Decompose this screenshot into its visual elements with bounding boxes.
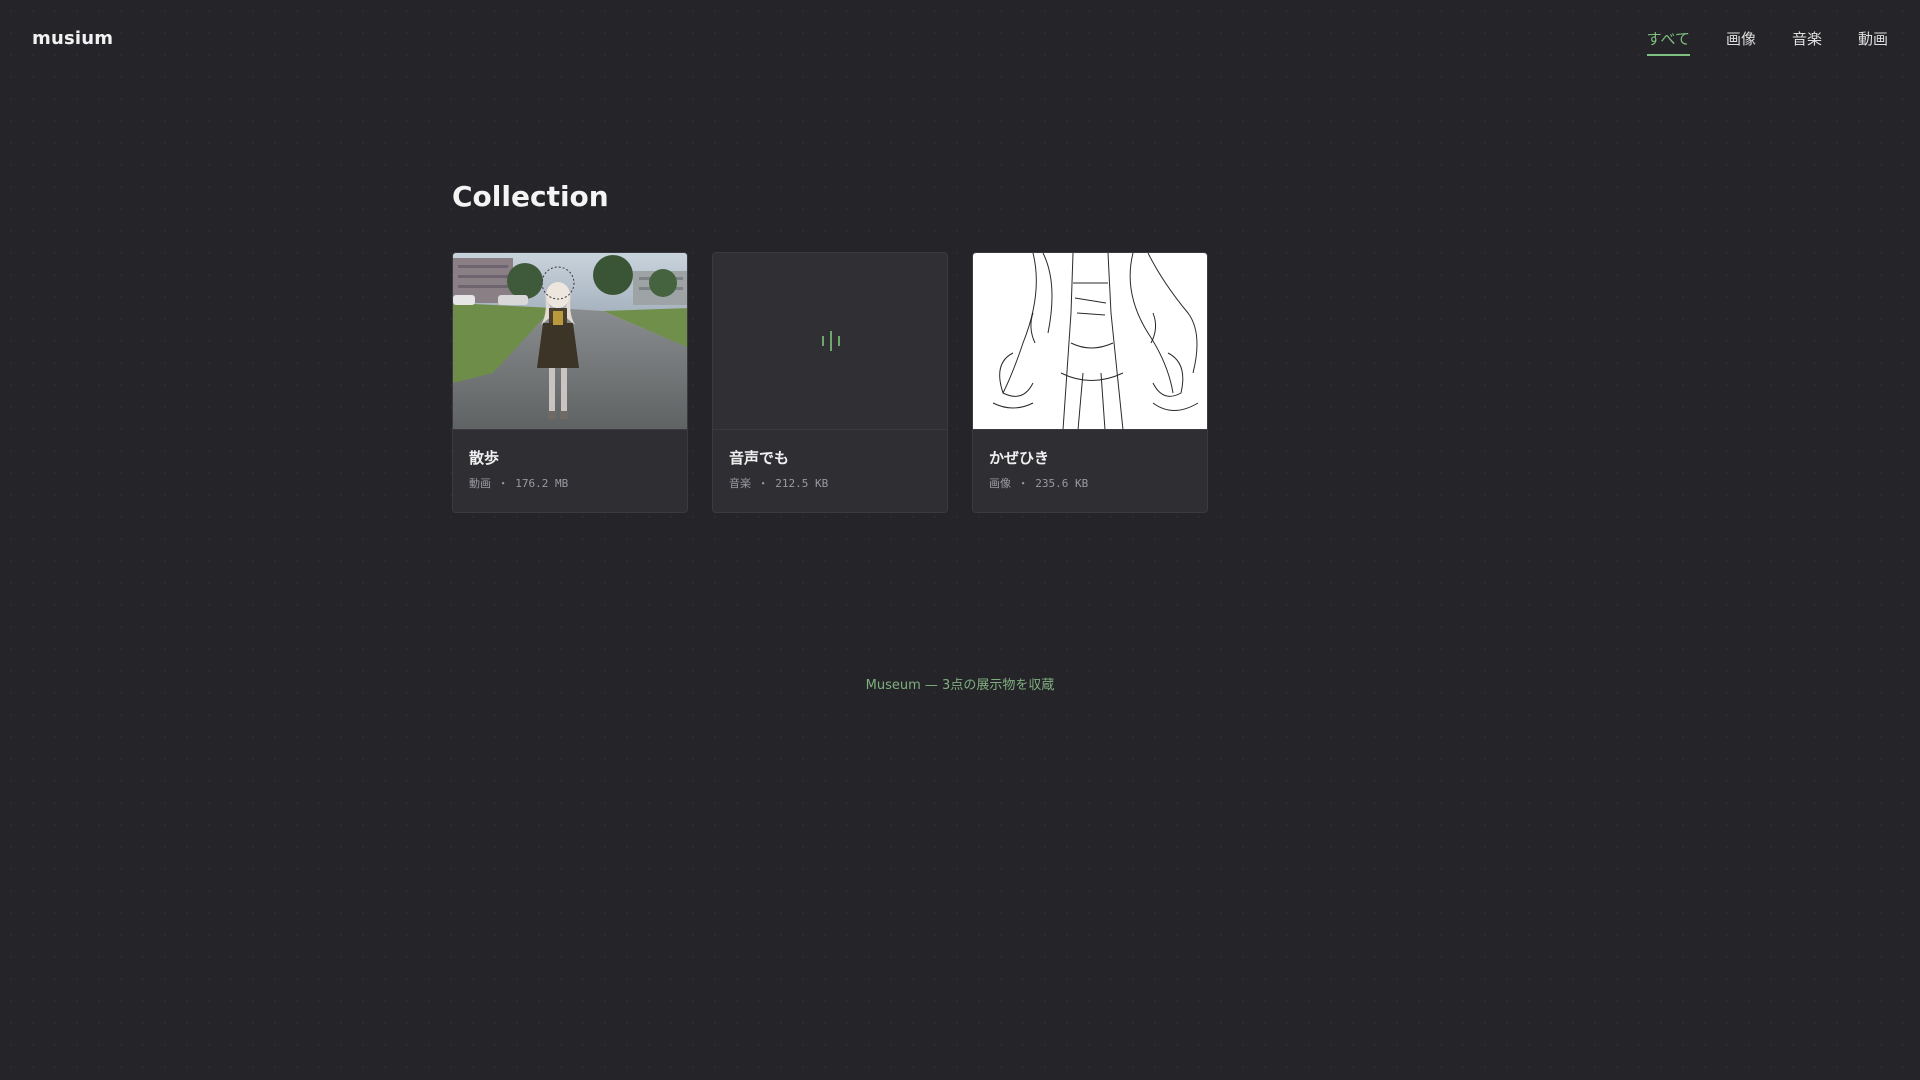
- card-size: 212.5 KB: [775, 477, 829, 490]
- video-scene-illustration: [453, 253, 687, 429]
- collection-card-video[interactable]: 散歩 動画 ・ 176.2 MB: [452, 252, 688, 513]
- card-meta: 音楽 ・ 212.5 KB: [729, 477, 931, 491]
- nav-tab-video[interactable]: 動画: [1858, 30, 1888, 56]
- card-title: 音声でも: [729, 449, 790, 467]
- nav-tab-images[interactable]: 画像: [1726, 30, 1756, 56]
- meta-separator: ・: [757, 477, 769, 490]
- page-title: Collection: [452, 180, 609, 213]
- card-type: 画像: [989, 477, 1011, 490]
- card-title: 散歩: [469, 449, 500, 467]
- audio-waveform-icon: [822, 331, 840, 351]
- card-type: 音楽: [729, 477, 751, 490]
- image-thumbnail: [973, 253, 1207, 430]
- card-meta: 動画 ・ 176.2 MB: [469, 477, 671, 491]
- card-size: 176.2 MB: [515, 477, 569, 490]
- top-header: musium すべて 画像 音楽 動画: [0, 0, 1920, 80]
- nav-tab-all[interactable]: すべて: [1646, 30, 1690, 56]
- filter-nav: すべて 画像 音楽 動画: [1646, 30, 1888, 56]
- collection-grid: 散歩 動画 ・ 176.2 MB 音声でも 音楽 ・ 212.5 KB かぜひき…: [452, 252, 1208, 513]
- app-logo[interactable]: musium: [32, 28, 113, 49]
- audio-thumbnail: [713, 253, 947, 430]
- nav-tab-music[interactable]: 音楽: [1792, 30, 1822, 56]
- card-size: 235.6 KB: [1035, 477, 1089, 490]
- collection-card-audio[interactable]: 音声でも 音楽 ・ 212.5 KB: [712, 252, 948, 513]
- line-art-illustration: [992, 253, 1199, 429]
- card-type: 動画: [469, 477, 491, 490]
- card-meta: 画像 ・ 235.6 KB: [989, 477, 1191, 491]
- meta-separator: ・: [497, 477, 509, 490]
- collection-card-image[interactable]: かぜひき 画像 ・ 235.6 KB: [972, 252, 1208, 513]
- meta-separator: ・: [1017, 477, 1029, 490]
- footer-summary: Museum — 3点の展示物を収蔵: [865, 678, 1055, 693]
- video-thumbnail: [453, 253, 687, 430]
- card-title: かぜひき: [989, 449, 1050, 467]
